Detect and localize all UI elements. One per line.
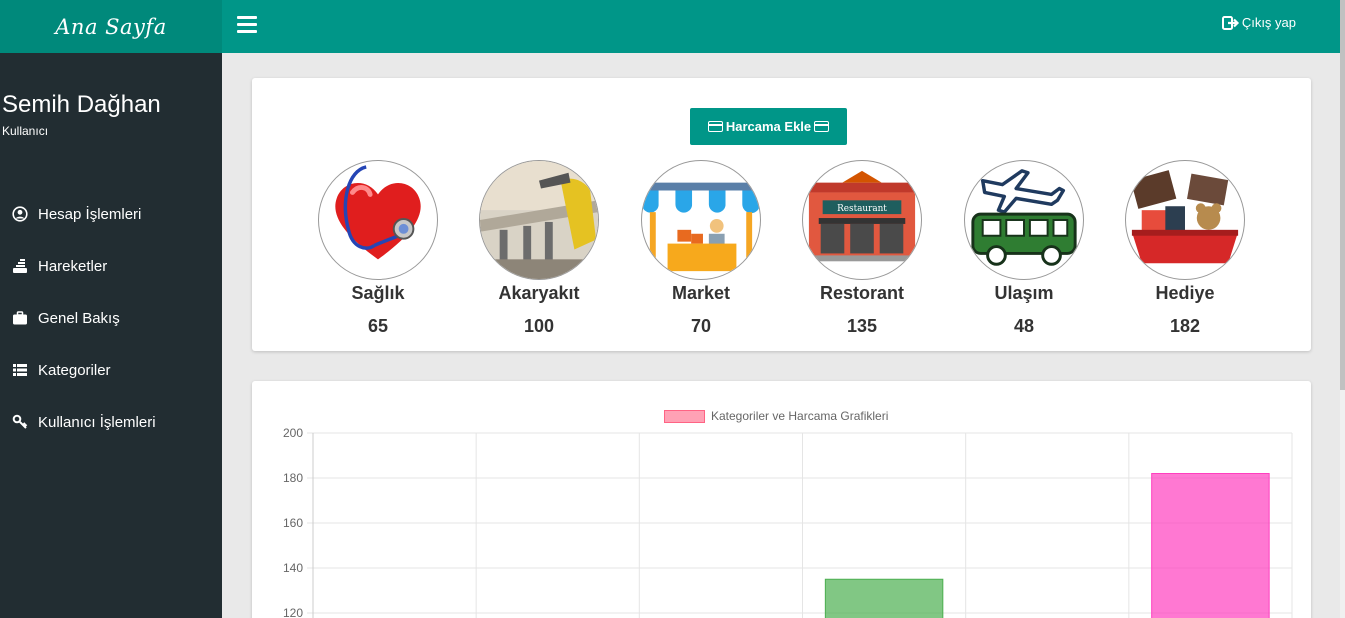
sign-out-icon [1221, 15, 1239, 30]
chart-card: Kategoriler ve Harcama Grafikleri 200 180… [252, 381, 1311, 618]
category-market[interactable]: Market 70 [631, 160, 771, 337]
category-saglik[interactable]: Sağlık 65 [308, 160, 448, 337]
sidebar-item-kategoriler[interactable]: Kategoriler [12, 344, 156, 396]
sidebar-item-label: Hesap İşlemleri [38, 205, 142, 223]
category-name: Market [671, 283, 731, 303]
logout-label: Çıkış yap [1241, 15, 1296, 30]
category-name: Akaryakıt [498, 283, 580, 303]
y-tick-label: 200 [283, 426, 303, 440]
category-value: 100 [523, 316, 555, 336]
top-navbar: Ana Sayfa Çıkış yap [0, 0, 1340, 53]
fuel-station-image [479, 160, 599, 280]
category-value: 65 [367, 316, 389, 336]
category-akaryakit[interactable]: Akaryakıt 100 [469, 160, 609, 337]
sidebar-item-hareketler[interactable]: Hareketler [12, 240, 156, 292]
page-scrollbar[interactable] [1340, 0, 1345, 618]
y-tick-label: 180 [283, 471, 303, 485]
bar-hediye[interactable] [1151, 473, 1270, 618]
category-name: Sağlık [351, 283, 405, 303]
y-tick-label: 160 [283, 516, 303, 530]
sidebar-item-kullanici-islemleri[interactable]: Kullanıcı İşlemleri [12, 396, 156, 448]
sidebar-item-label: Kullanıcı İşlemleri [38, 413, 156, 431]
hand-coins-icon [12, 258, 28, 274]
y-tick-label: 120 [283, 606, 303, 618]
sidebar: Semih Dağhan Kullanıcı Hesap İşlemleri H… [0, 53, 222, 618]
sidebar-menu: Hesap İşlemleri Hareketler Genel Bakış K… [12, 188, 156, 448]
user-circle-icon [12, 206, 28, 222]
user-role: Kullanıcı [2, 124, 49, 138]
restaurant-image: Restaurant [802, 160, 922, 280]
category-name: Hediye [1155, 283, 1215, 303]
category-value: 70 [690, 316, 712, 336]
categories-card: Harcama Ekle Sağlık 65 Akaryakıt 100 Mar… [252, 78, 1311, 351]
category-name: Restorant [819, 283, 904, 303]
sidebar-item-label: Genel Bakış [38, 309, 120, 327]
sidebar-item-label: Hareketler [38, 257, 108, 275]
category-hediye[interactable]: Hediye 182 [1115, 160, 1255, 337]
add-expense-label: Harcama Ekle [725, 119, 812, 134]
category-restorant[interactable]: Restaurant Restorant 135 [792, 160, 932, 337]
gift-basket-image [1125, 160, 1245, 280]
logout-button[interactable]: Çıkış yap [1221, 15, 1296, 30]
brand-logo[interactable]: Ana Sayfa [0, 0, 222, 53]
key-icon [12, 414, 28, 430]
sidebar-item-genel-bakis[interactable]: Genel Bakış [12, 292, 156, 344]
sidebar-item-hesap-islemleri[interactable]: Hesap İşlemleri [12, 188, 156, 240]
category-ulasim[interactable]: Ulaşım 48 [954, 160, 1094, 337]
market-stall-image [641, 160, 761, 280]
user-name: Semih Dağhan [2, 91, 161, 118]
category-value: 182 [1169, 316, 1201, 336]
credit-card-icon [707, 121, 723, 132]
bar-chart: 200 180 160 140 120 [283, 426, 1293, 618]
add-expense-button[interactable]: Harcama Ekle [690, 108, 847, 145]
category-value: 135 [846, 316, 878, 336]
category-value: 48 [1013, 316, 1035, 336]
menu-toggle-icon[interactable] [237, 16, 257, 34]
credit-card-icon [814, 121, 830, 132]
heart-stethoscope-image [318, 160, 438, 280]
briefcase-icon [12, 310, 28, 326]
sidebar-item-label: Kategoriler [38, 361, 111, 379]
bar-restorant[interactable] [824, 578, 944, 618]
bus-plane-image [964, 160, 1084, 280]
svg-text:Restaurant: Restaurant [837, 204, 887, 214]
category-name: Ulaşım [994, 283, 1054, 303]
y-tick-label: 140 [283, 561, 303, 575]
list-icon [12, 362, 28, 378]
